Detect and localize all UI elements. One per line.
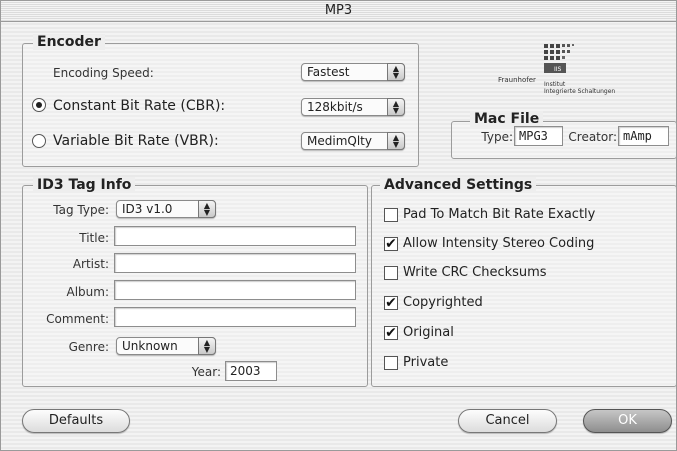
type-label: Type:	[481, 130, 513, 144]
genre-label: Genre:	[68, 340, 109, 354]
comment-field[interactable]	[114, 307, 356, 327]
vbr-value: MedimQlty	[307, 134, 372, 148]
year-label: Year:	[191, 365, 221, 379]
year-field[interactable]: 2003	[225, 361, 277, 381]
comment-label: Comment:	[46, 312, 109, 326]
artist-field[interactable]	[114, 253, 356, 273]
encoding-speed-label: Encoding Speed:	[53, 66, 154, 80]
mp3-settings-window: MP3 Encoder Encoding Speed: Fastest ▲ ▼ C…	[0, 0, 677, 451]
logo-line2: Integrierte Schaltungen	[544, 88, 616, 95]
copyrighted-label: Copyrighted	[403, 295, 483, 310]
pad-bitrate-label: Pad To Match Bit Rate Exactly	[403, 207, 596, 222]
private-checkbox[interactable]	[384, 356, 398, 370]
encoding-speed-value: Fastest	[307, 65, 350, 79]
type-field[interactable]: MPG3	[514, 126, 563, 146]
advanced-legend: Advanced Settings	[380, 177, 537, 193]
cbr-popup[interactable]: 128kbit/s ▲ ▼	[301, 98, 405, 116]
copyrighted-checkbox[interactable]: ✔	[384, 296, 398, 310]
genre-popup[interactable]: Unknown ▲ ▼	[116, 337, 216, 355]
album-field[interactable]	[114, 280, 356, 300]
album-label: Album:	[66, 285, 110, 299]
creator-field[interactable]: mAmp	[618, 126, 669, 146]
logo-org: Fraunhofer	[498, 76, 536, 84]
popup-arrows-icon: ▲ ▼	[387, 63, 405, 81]
logo-line1: Institut	[544, 81, 566, 88]
tag-type-value: ID3 v1.0	[122, 202, 173, 216]
pad-bitrate-checkbox[interactable]	[384, 208, 398, 222]
defaults-button[interactable]: Defaults	[22, 409, 130, 433]
ok-button[interactable]: OK	[583, 409, 672, 433]
vbr-label: Variable Bit Rate (VBR):	[53, 133, 219, 149]
popup-arrows-icon: ▲ ▼	[387, 132, 405, 150]
encoder-legend: Encoder	[33, 34, 105, 50]
vbr-radio[interactable]	[32, 134, 46, 148]
cbr-label: Constant Bit Rate (CBR):	[53, 98, 226, 114]
popup-arrows-icon: ▲ ▼	[198, 337, 216, 355]
crc-label: Write CRC Checksums	[403, 265, 547, 280]
vbr-popup[interactable]: MedimQlty ▲ ▼	[301, 132, 405, 150]
artist-label: Artist:	[72, 257, 109, 271]
original-label: Original	[403, 325, 454, 340]
cbr-value: 128kbit/s	[307, 100, 363, 114]
tag-type-label: Tag Type:	[53, 203, 109, 217]
logo-mark: IIS	[554, 66, 562, 73]
popup-arrows-icon: ▲ ▼	[387, 98, 405, 116]
title-label: Title:	[79, 231, 109, 245]
creator-label: Creator:	[568, 130, 617, 144]
crc-checkbox[interactable]	[384, 266, 398, 280]
window-title: MP3	[1, 1, 676, 22]
genre-value: Unknown	[122, 339, 178, 353]
private-label: Private	[403, 355, 449, 370]
id3-legend: ID3 Tag Info	[33, 177, 136, 193]
original-checkbox[interactable]: ✔	[384, 326, 398, 340]
title-field[interactable]	[114, 226, 356, 246]
intensity-stereo-label: Allow Intensity Stereo Coding	[403, 236, 595, 251]
cancel-button[interactable]: Cancel	[458, 409, 557, 433]
cbr-radio[interactable]	[32, 98, 46, 112]
encoding-speed-popup[interactable]: Fastest ▲ ▼	[301, 63, 405, 81]
popup-arrows-icon: ▲ ▼	[198, 200, 216, 218]
mac-file-legend: Mac File	[470, 111, 544, 127]
intensity-stereo-checkbox[interactable]: ✔	[384, 237, 398, 251]
tag-type-popup[interactable]: ID3 v1.0 ▲ ▼	[116, 200, 216, 218]
